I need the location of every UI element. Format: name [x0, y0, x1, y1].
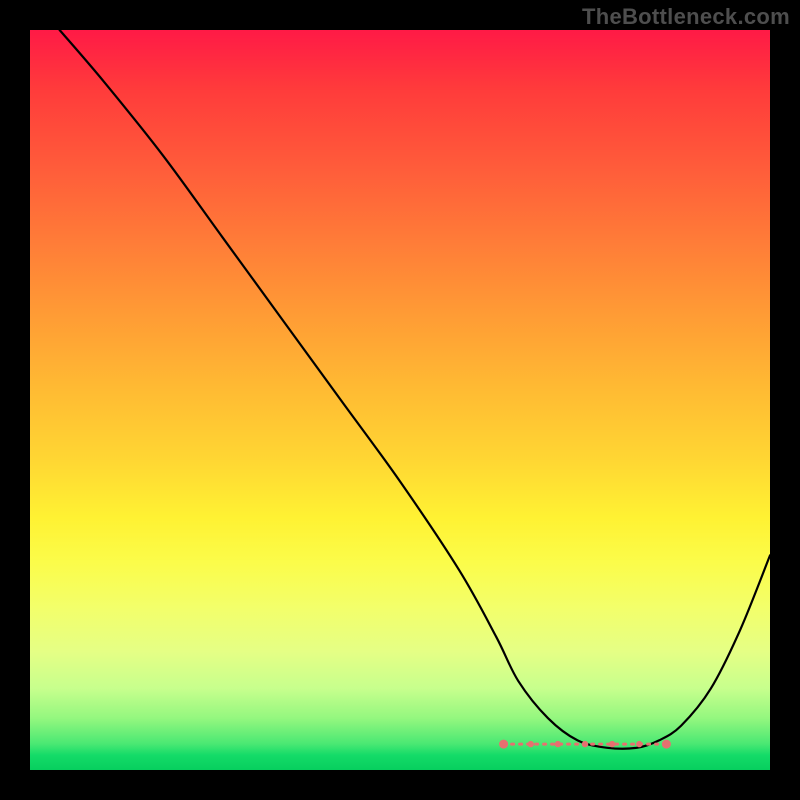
chart-frame: TheBottleneck.com — [0, 0, 800, 800]
bottleneck-curve — [60, 30, 770, 749]
plot-area — [30, 30, 770, 770]
curve-svg — [30, 30, 770, 770]
optimal-range-marker — [499, 740, 671, 749]
watermark-text: TheBottleneck.com — [582, 4, 790, 30]
